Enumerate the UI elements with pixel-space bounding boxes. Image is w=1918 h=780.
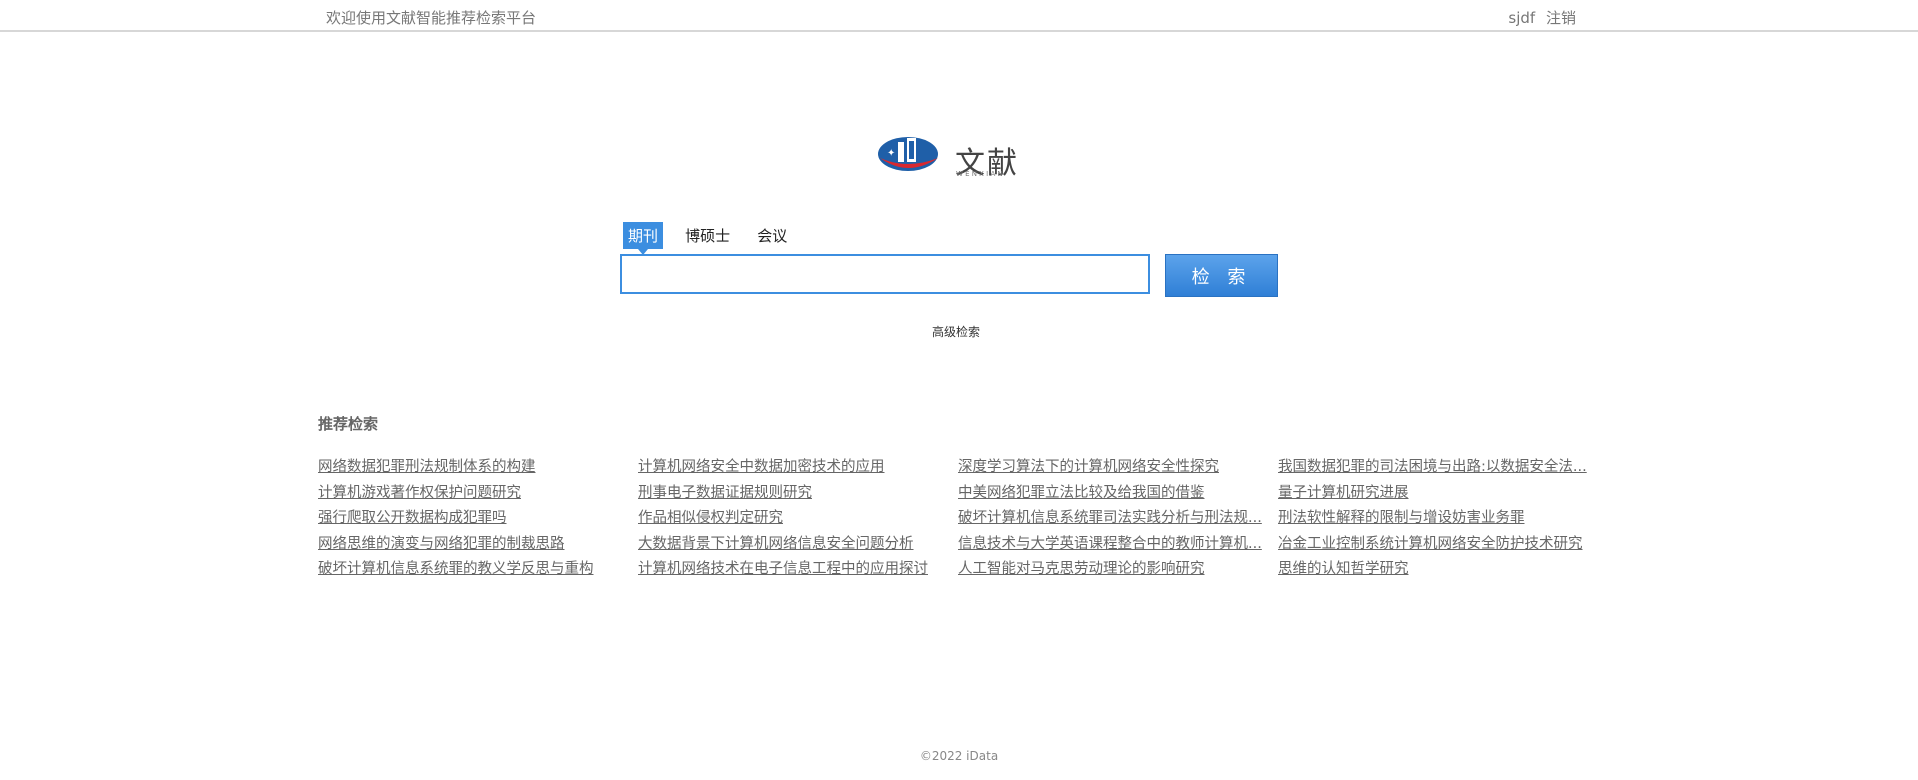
recommend-link[interactable]: 网络思维的演变与网络犯罪的制裁思路: [318, 532, 628, 558]
recommend-link[interactable]: 冶金工业控制系统计算机网络安全防护技术研究: [1278, 532, 1588, 558]
welcome-text: 欢迎使用文献智能推荐检索平台: [326, 9, 537, 27]
recommend-link[interactable]: 我国数据犯罪的司法困境与出路:以数据安全法...: [1278, 455, 1588, 481]
username-link[interactable]: sjdf: [1508, 9, 1535, 27]
recommend-link[interactable]: 破坏计算机信息系统罪司法实践分析与刑法规...: [958, 506, 1268, 532]
recommend-link[interactable]: 思维的认知哲学研究: [1278, 557, 1588, 583]
recommend-link[interactable]: 深度学习算法下的计算机网络安全性探究: [958, 455, 1268, 481]
recommend-link[interactable]: 人工智能对马克思劳动理论的影响研究: [958, 557, 1268, 583]
svg-text:✦: ✦: [887, 148, 895, 159]
recommend-link[interactable]: 刑事电子数据证据规则研究: [638, 481, 948, 507]
top-bar: 欢迎使用文献智能推荐检索平台 sjdf 注销: [0, 0, 1918, 32]
recommend-link[interactable]: 计算机游戏著作权保护问题研究: [318, 481, 628, 507]
site-logo: ✦ 文献 WENXIAN: [878, 132, 1028, 181]
recommend-link[interactable]: 信息技术与大学英语课程整合中的教师计算机...: [958, 532, 1268, 558]
recommend-link[interactable]: 计算机网络技术在电子信息工程中的应用探讨: [638, 557, 948, 583]
recommend-link[interactable]: 量子计算机研究进展: [1278, 481, 1588, 507]
recommend-link[interactable]: 破坏计算机信息系统罪的教义学反思与重构: [318, 557, 628, 583]
recommend-link[interactable]: 网络数据犯罪刑法规制体系的构建: [318, 455, 628, 481]
recommend-column: 计算机网络安全中数据加密技术的应用 刑事电子数据证据规则研究 作品相似侵权判定研…: [638, 455, 948, 583]
recommend-link[interactable]: 刑法软性解释的限制与增设妨害业务罪: [1278, 506, 1588, 532]
recommend-column: 我国数据犯罪的司法困境与出路:以数据安全法... 量子计算机研究进展 刑法软性解…: [1278, 455, 1588, 583]
logout-link[interactable]: 注销: [1546, 9, 1576, 27]
tab-conference[interactable]: 会议: [752, 222, 792, 249]
logo-sub-text: WENXIAN: [956, 170, 1005, 178]
recommend-link[interactable]: 计算机网络安全中数据加密技术的应用: [638, 455, 948, 481]
tab-journal[interactable]: 期刊: [623, 222, 664, 255]
recommend-link[interactable]: 大数据背景下计算机网络信息安全问题分析: [638, 532, 948, 558]
search-type-tabs: 期刊 博硕士 会议: [623, 222, 804, 255]
copyright: ©2022 iData: [919, 749, 999, 763]
recommend-column: 深度学习算法下的计算机网络安全性探究 中美网络犯罪立法比较及给我国的借鉴 破坏计…: [958, 455, 1268, 583]
recommend-column: 网络数据犯罪刑法规制体系的构建 计算机游戏著作权保护问题研究 强行爬取公开数据构…: [318, 455, 628, 583]
tab-thesis[interactable]: 博硕士: [680, 222, 735, 249]
search-input[interactable]: [620, 254, 1150, 294]
recommend-link[interactable]: 中美网络犯罪立法比较及给我国的借鉴: [958, 481, 1268, 507]
user-area: sjdf 注销: [1508, 7, 1576, 28]
recommend-link[interactable]: 作品相似侵权判定研究: [638, 506, 948, 532]
advanced-search-link[interactable]: 高级检索: [932, 323, 980, 340]
recommend-link[interactable]: 强行爬取公开数据构成犯罪吗: [318, 506, 628, 532]
logo-emblem-icon: ✦: [878, 137, 938, 171]
recommend-title: 推荐检索: [318, 415, 379, 433]
search-button[interactable]: 检 索: [1165, 254, 1278, 297]
